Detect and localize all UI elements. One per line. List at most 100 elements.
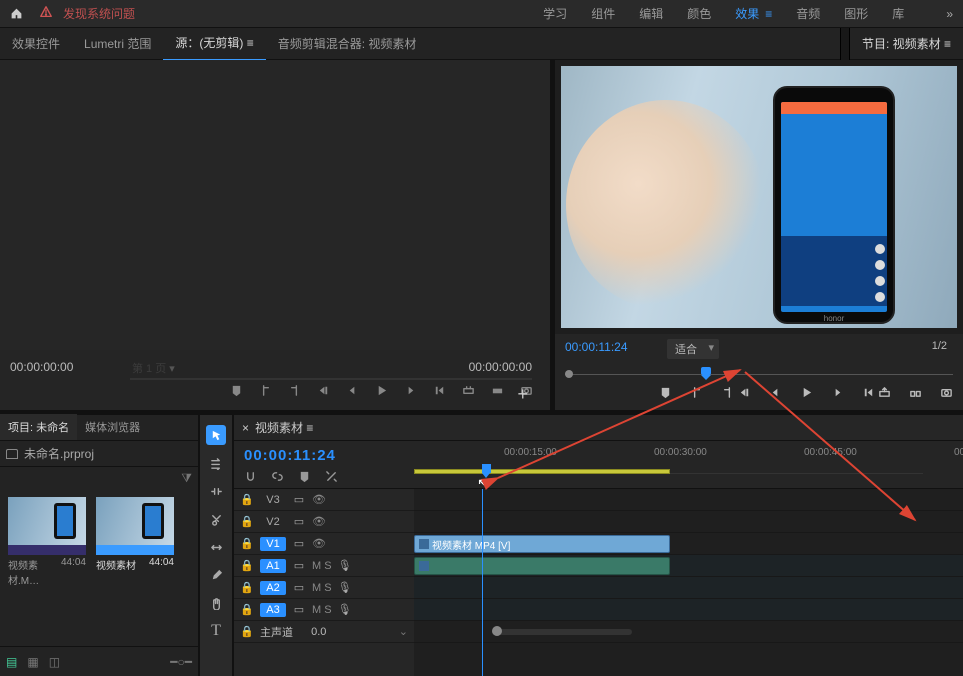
- zoom-slider[interactable]: ━○━: [170, 655, 192, 669]
- program-timecode[interactable]: 00:00:11:24: [565, 340, 628, 354]
- list-view-icon[interactable]: ▤: [6, 655, 17, 669]
- go-out-icon[interactable]: [862, 386, 875, 399]
- overwrite-icon[interactable]: [491, 384, 504, 397]
- tab-lumetri[interactable]: Lumetri 范围: [72, 28, 163, 60]
- source-canvas[interactable]: [0, 60, 550, 350]
- step-back-icon[interactable]: [769, 386, 782, 399]
- pen-tool-icon[interactable]: [206, 565, 226, 585]
- marker-icon[interactable]: [230, 384, 243, 397]
- source-tc-out: 00:00:00:00: [469, 360, 532, 374]
- overflow-icon[interactable]: »: [946, 7, 953, 21]
- track-row: 视频素材 MP4 [V]: [414, 533, 963, 555]
- step-fwd-icon[interactable]: [404, 384, 417, 397]
- filter-bar[interactable]: ⧩: [0, 467, 198, 489]
- work-area-bar[interactable]: [414, 469, 670, 474]
- zoom-level[interactable]: 1/2: [932, 340, 947, 352]
- export-frame-icon[interactable]: [940, 386, 953, 399]
- track-select-tool-icon[interactable]: [206, 453, 226, 473]
- track-row: [414, 577, 963, 599]
- slip-tool-icon[interactable]: [206, 537, 226, 557]
- mark-out-icon[interactable]: [288, 384, 301, 397]
- track-row: [414, 599, 963, 621]
- icon-view-icon[interactable]: ▦: [27, 655, 38, 669]
- program-ruler[interactable]: [565, 364, 953, 379]
- ws-color[interactable]: 颜色: [687, 5, 711, 22]
- freeform-icon[interactable]: ◫: [49, 655, 60, 669]
- marker2-icon[interactable]: [298, 470, 311, 483]
- ws-edit[interactable]: 编辑: [639, 5, 663, 22]
- marker-icon[interactable]: [659, 386, 672, 399]
- snap-icon[interactable]: [244, 470, 257, 483]
- filter-icon[interactable]: ⧩: [181, 471, 192, 486]
- track-area[interactable]: 视频素材 MP4 [V] ↖: [414, 489, 963, 676]
- program-playhead[interactable]: [701, 367, 711, 375]
- fit-dropdown[interactable]: 适合: [667, 339, 719, 359]
- source-ruler[interactable]: [130, 378, 532, 380]
- playhead-icon[interactable]: [482, 464, 491, 473]
- step-back-icon[interactable]: [346, 384, 359, 397]
- clip-item[interactable]: 视频素材.M…44:04: [8, 497, 86, 638]
- tl-close-icon[interactable]: ×: [242, 421, 249, 435]
- pane-divider[interactable]: [840, 28, 850, 60]
- bin-row[interactable]: 未命名.prproj: [0, 441, 198, 467]
- tab-effect-controls[interactable]: 效果控件: [0, 28, 72, 60]
- track-v1[interactable]: 🔒V1▭👁: [234, 533, 414, 555]
- track-a2[interactable]: 🔒A2▭M S🎙: [234, 577, 414, 599]
- ws-assembly[interactable]: 组件: [591, 5, 615, 22]
- step-fwd-icon[interactable]: [831, 386, 844, 399]
- extract-icon[interactable]: [909, 386, 922, 399]
- audio-clip[interactable]: [414, 557, 670, 575]
- project-items: 视频素材.M…44:04 视频素材44:04: [0, 489, 198, 646]
- mark-out-icon[interactable]: [721, 386, 734, 399]
- video-clip[interactable]: 视频素材 MP4 [V]: [414, 535, 670, 553]
- track-a3[interactable]: 🔒A3▭M S🎙: [234, 599, 414, 621]
- ws-library[interactable]: 库: [892, 5, 904, 22]
- timeline-tab[interactable]: 视频素材 ≡: [255, 419, 313, 436]
- lift-icon[interactable]: [878, 386, 891, 399]
- ws-audio[interactable]: 音频: [796, 5, 820, 22]
- clip-item[interactable]: 视频素材44:04: [96, 497, 174, 638]
- insert-icon[interactable]: [462, 384, 475, 397]
- selection-tool-icon[interactable]: [206, 425, 226, 445]
- ws-graphics[interactable]: 图形: [844, 5, 868, 22]
- source-monitor: 00:00:00:00 第 1 页▾ 00:00:00:00 +: [0, 60, 555, 410]
- go-in-icon[interactable]: [738, 386, 751, 399]
- timeline-header: 00:00:11:24 00:00:15:00 00:00:30:00 00:0…: [234, 441, 963, 489]
- mark-in-icon[interactable]: [259, 384, 272, 397]
- ws-effects[interactable]: 效果: [735, 5, 759, 22]
- track-master[interactable]: 🔒主声道 0.0⌄: [234, 621, 414, 643]
- tab-media-browser[interactable]: 媒体浏览器: [77, 414, 148, 440]
- tab-program[interactable]: 节目: 视频素材 ≡: [850, 35, 963, 52]
- add-button-icon[interactable]: +: [517, 384, 528, 405]
- track-a1[interactable]: 🔒A1▭M S🎙: [234, 555, 414, 577]
- ws-learn[interactable]: 学习: [543, 5, 567, 22]
- time-ruler[interactable]: 00:00:15:00 00:00:30:00 00:00:45:00 00:0…: [414, 447, 963, 477]
- play-icon[interactable]: [375, 384, 388, 397]
- track-row: [414, 555, 963, 577]
- tab-audio-mixer[interactable]: 音频剪辑混合器: 视频素材: [266, 28, 429, 60]
- ripple-tool-icon[interactable]: [206, 481, 226, 501]
- home-icon[interactable]: [10, 7, 23, 20]
- mark-in-icon[interactable]: [690, 386, 703, 399]
- go-in-icon[interactable]: [317, 384, 330, 397]
- bin-icon: [6, 449, 18, 459]
- playhead-line[interactable]: [482, 489, 483, 676]
- play-icon[interactable]: [800, 386, 813, 399]
- tab-source[interactable]: 源：(无剪辑) ≡: [163, 27, 265, 61]
- warning-text[interactable]: 发现系统问题: [63, 5, 135, 22]
- timeline-timecode[interactable]: 00:00:11:24: [244, 447, 404, 464]
- source-dropdown[interactable]: 第 1 页▾: [132, 360, 175, 376]
- source-tc-in[interactable]: 00:00:00:00: [10, 360, 73, 374]
- program-canvas[interactable]: honor: [561, 66, 957, 328]
- track-v3[interactable]: 🔒V3▭👁: [234, 489, 414, 511]
- track-v2[interactable]: 🔒V2▭👁: [234, 511, 414, 533]
- go-out-icon[interactable]: [433, 384, 446, 397]
- project-panel: 项目: 未命名 媒体浏览器 未命名.prproj ⧩ 视频素材.M…44:04 …: [0, 415, 200, 676]
- razor-tool-icon[interactable]: [206, 509, 226, 529]
- tab-project[interactable]: 项目: 未命名: [0, 414, 77, 440]
- link-icon[interactable]: [271, 470, 284, 483]
- type-tool-icon[interactable]: T: [206, 621, 226, 641]
- hand-tool-icon[interactable]: [206, 593, 226, 613]
- settings-icon[interactable]: [325, 470, 338, 483]
- bin-name: 未命名.prproj: [24, 445, 94, 462]
